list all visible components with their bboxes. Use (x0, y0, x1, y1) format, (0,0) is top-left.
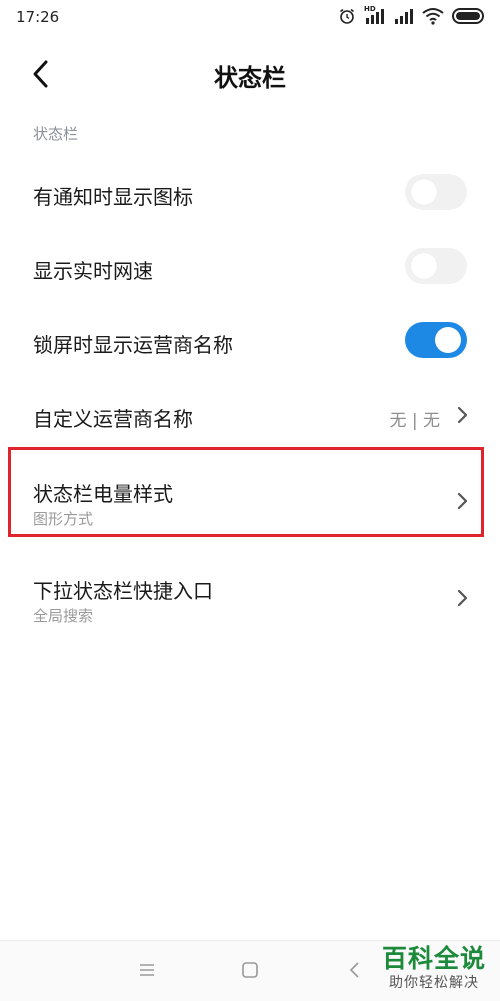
toggle-knob (411, 253, 437, 279)
menu-icon[interactable] (138, 961, 156, 979)
section-label: 状态栏 (33, 125, 79, 143)
watermark-title: 百科全说 (381, 944, 486, 973)
setting-row-pulldown-shortcut[interactable]: 下拉状态栏快捷入口 全局搜索 (0, 555, 500, 631)
row-label: 锁屏时显示运营商名称 (33, 333, 233, 357)
lockscreen-carrier-toggle[interactable] (405, 322, 467, 358)
setting-row-lockscreen-carrier[interactable]: 锁屏时显示运营商名称 (0, 308, 500, 374)
header: 状态栏 (0, 44, 500, 104)
row-label: 下拉状态栏快捷入口 (33, 579, 213, 603)
row-value: 无 | 无 (389, 411, 440, 431)
chevron-right-icon (457, 406, 468, 424)
network-speed-toggle[interactable] (405, 248, 467, 284)
toggle-knob (435, 327, 461, 353)
row-label: 自定义运营商名称 (33, 407, 193, 431)
status-time: 17:26 (16, 8, 60, 26)
row-label: 有通知时显示图标 (33, 185, 193, 209)
status-bar: 17:26 HD (0, 0, 500, 36)
home-icon[interactable] (241, 961, 259, 979)
setting-row-network-speed[interactable]: 显示实时网速 (0, 234, 500, 300)
row-subtitle: 全局搜索 (33, 607, 94, 625)
status-icons: HD (338, 5, 486, 25)
watermark-subtitle: 助你轻松解决 (388, 975, 479, 991)
highlight-box (8, 447, 484, 537)
alarm-icon (340, 8, 354, 24)
page-title: 状态栏 (214, 64, 286, 92)
back-icon[interactable] (346, 961, 364, 979)
notification-icons-toggle[interactable] (405, 174, 467, 210)
signal-icon (395, 9, 413, 24)
row-label: 显示实时网速 (33, 259, 153, 283)
chevron-right-icon (457, 589, 468, 607)
hd-signal-icon: HD (364, 5, 386, 25)
setting-row-notification-icons[interactable]: 有通知时显示图标 (0, 160, 500, 226)
setting-row-custom-carrier[interactable]: 自定义运营商名称 无 | 无 (0, 382, 500, 448)
wifi-icon (422, 8, 444, 25)
watermark-logo: 百科全说 助你轻松解决 (382, 944, 486, 992)
battery-icon (452, 8, 484, 24)
toggle-knob (411, 179, 437, 205)
